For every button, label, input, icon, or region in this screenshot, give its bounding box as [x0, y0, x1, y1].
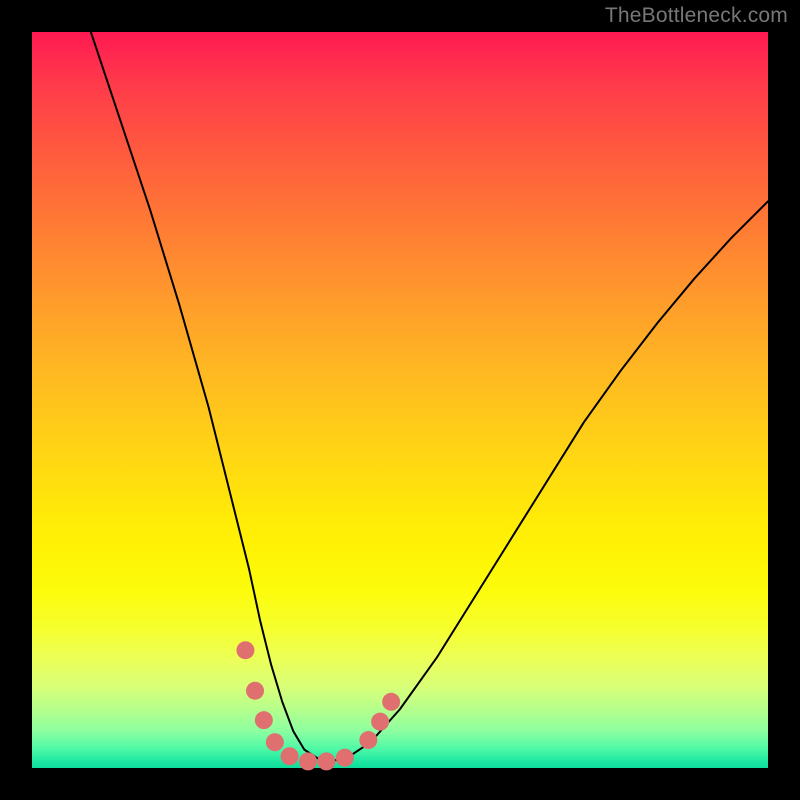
bottleneck-curve	[91, 32, 768, 761]
highlight-dot	[246, 682, 264, 700]
highlight-dot	[359, 731, 377, 749]
highlight-dot	[336, 749, 354, 767]
highlight-dot	[255, 711, 273, 729]
outer-frame: TheBottleneck.com	[0, 0, 800, 800]
highlight-dot	[299, 752, 317, 770]
watermark-text: TheBottleneck.com	[605, 4, 788, 28]
plot-area	[32, 32, 768, 768]
highlight-dot	[266, 733, 284, 751]
highlight-dot	[236, 641, 254, 659]
highlight-dot	[281, 747, 299, 765]
highlight-dot	[371, 713, 389, 731]
highlight-dot	[317, 752, 335, 770]
curve-layer	[91, 32, 768, 761]
chart-svg	[32, 32, 768, 768]
highlight-dot	[382, 693, 400, 711]
marker-layer	[236, 641, 400, 770]
